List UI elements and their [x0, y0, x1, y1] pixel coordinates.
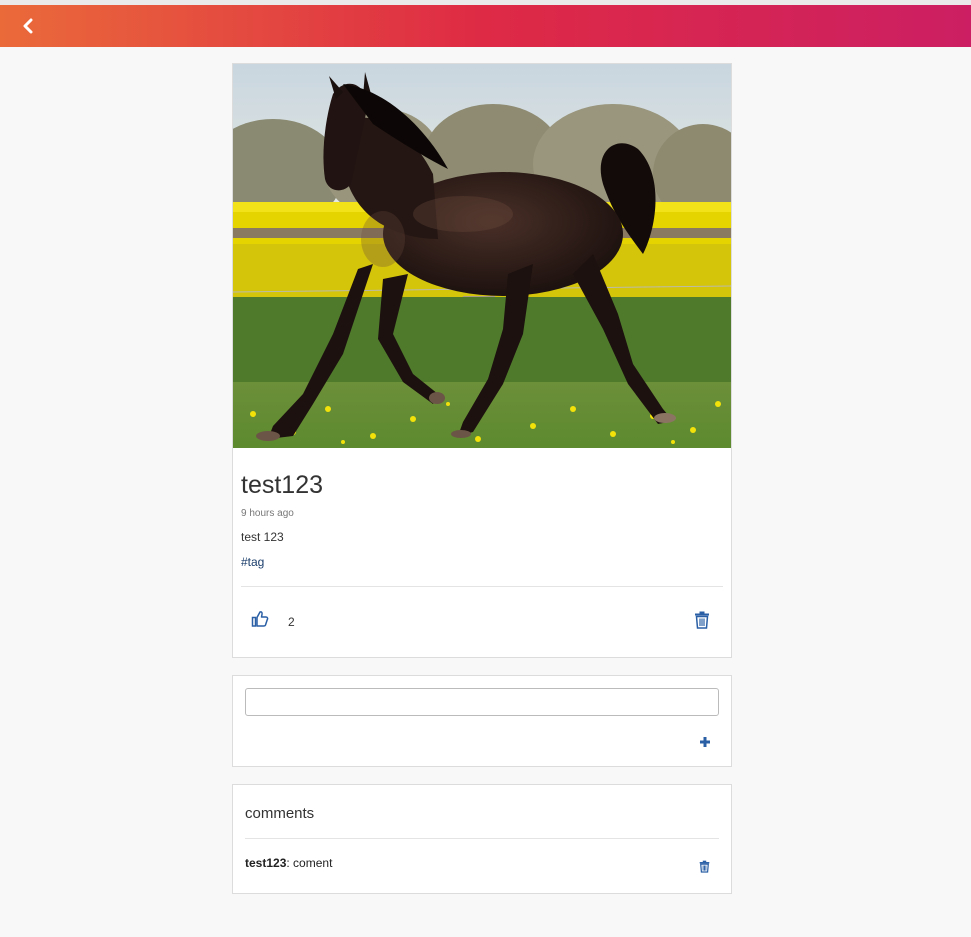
like-count: 2 [288, 615, 295, 629]
comment-item: test123: coment [245, 856, 332, 870]
comment-author: test123 [245, 856, 287, 870]
post-description: test 123 [241, 530, 284, 544]
add-comment-button[interactable] [697, 734, 713, 750]
post-tag-link[interactable]: #tag [241, 555, 264, 569]
comments-heading: comments [245, 805, 315, 822]
comment-input[interactable] [245, 688, 719, 716]
post-image [233, 64, 731, 448]
like-button[interactable] [251, 610, 273, 632]
post-timestamp: 9 hours ago [241, 508, 294, 519]
top-navbar [0, 5, 971, 47]
thumbs-up-icon [251, 611, 269, 627]
post-title: test123 [241, 471, 324, 499]
comments-divider [245, 838, 719, 839]
trash-icon [695, 611, 709, 629]
trash-icon [699, 860, 710, 873]
chevron-left-icon [23, 18, 33, 34]
delete-comment-button[interactable] [699, 860, 711, 874]
post-card: test123 9 hours ago test 123 #tag 2 [232, 63, 732, 658]
comment-form-card [232, 675, 732, 767]
plus-icon [700, 737, 710, 747]
post-divider [241, 586, 723, 587]
comments-card: comments test123: coment [232, 784, 732, 894]
comment-text: coment [293, 856, 333, 870]
back-button[interactable] [14, 12, 42, 40]
delete-post-button[interactable] [694, 611, 712, 631]
